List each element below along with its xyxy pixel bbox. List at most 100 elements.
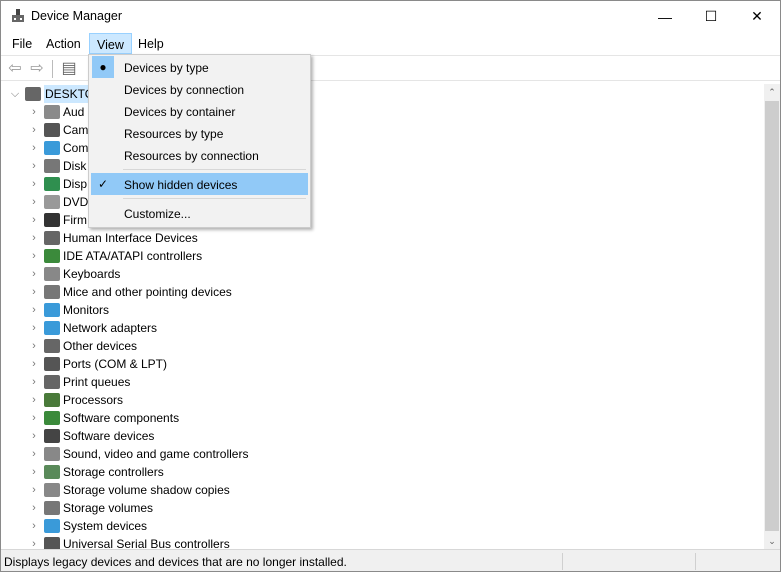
chevron-right-icon[interactable]: › [28, 214, 40, 226]
chevron-right-icon[interactable]: › [28, 394, 40, 406]
chevron-right-icon[interactable]: › [28, 466, 40, 478]
tree-item[interactable]: › Monitors [28, 301, 109, 319]
vertical-scrollbar[interactable]: ⌃ ⌄ [764, 84, 780, 549]
chevron-right-icon[interactable]: › [28, 160, 40, 172]
back-button[interactable]: ⇦ [6, 60, 24, 77]
title-bar: Device Manager — ☐ ✕ [1, 1, 780, 32]
device-category-icon [44, 123, 60, 137]
chevron-right-icon[interactable]: › [28, 538, 40, 549]
chevron-right-icon[interactable]: › [28, 232, 40, 244]
tree-item-label: DVD [63, 195, 89, 209]
scroll-up-icon[interactable]: ⌃ [764, 84, 780, 100]
tree-item-label: Software devices [63, 429, 155, 443]
status-separator [562, 553, 563, 570]
view-menu-item[interactable]: Resources by type [91, 122, 308, 144]
chevron-right-icon[interactable]: › [28, 358, 40, 370]
tree-item[interactable]: › Aud [28, 103, 84, 121]
chevron-right-icon[interactable]: › [28, 286, 40, 298]
view-menu-item[interactable]: Devices by container [91, 100, 308, 122]
menu-help[interactable]: Help [131, 33, 171, 54]
tree-item[interactable]: › Network adapters [28, 319, 157, 337]
tree-item[interactable]: › Ports (COM & LPT) [28, 355, 167, 373]
device-category-icon [44, 465, 60, 479]
tree-item[interactable]: › Print queues [28, 373, 130, 391]
tree-item[interactable]: › Sound, video and game controllers [28, 445, 248, 463]
tree-root[interactable]: ⌵ DESKTO [9, 85, 96, 103]
view-menu-item-label: Devices by container [124, 105, 236, 119]
chevron-right-icon[interactable]: › [28, 502, 40, 514]
tree-item[interactable]: › Software components [28, 409, 179, 427]
menu-action[interactable]: Action [39, 33, 88, 54]
device-category-icon [44, 249, 60, 263]
device-category-icon [44, 177, 60, 191]
tree-item[interactable]: › Other devices [28, 337, 137, 355]
tree-item-label: Print queues [63, 375, 131, 389]
chevron-right-icon[interactable]: › [28, 250, 40, 262]
chevron-down-icon[interactable]: ⌵ [9, 88, 21, 101]
menu-mark [92, 100, 114, 122]
tree-item[interactable]: › Storage controllers [28, 463, 164, 481]
chevron-right-icon[interactable]: › [28, 106, 40, 118]
chevron-right-icon[interactable]: › [28, 124, 40, 136]
forward-button[interactable]: ⇨ [28, 60, 46, 77]
tree-item[interactable]: › Storage volume shadow copies [28, 481, 230, 499]
view-menu-item[interactable]: Resources by connection [91, 144, 308, 166]
view-menu-item-label: Devices by type [124, 61, 209, 75]
tree-item-label: Disp [63, 177, 88, 191]
chevron-right-icon[interactable]: › [28, 196, 40, 208]
tree-item[interactable]: › Firm [28, 211, 87, 229]
tree-item-label: Network adapters [63, 321, 158, 335]
tree-item-label: Sound, video and game controllers [63, 447, 249, 461]
view-menu-item[interactable]: Devices by connection [91, 78, 308, 100]
chevron-right-icon[interactable]: › [28, 520, 40, 532]
menu-view[interactable]: View [89, 33, 132, 54]
device-category-icon [44, 195, 60, 209]
chevron-right-icon[interactable]: › [28, 142, 40, 154]
tree-item-label: Aud [63, 105, 85, 119]
tree-item[interactable]: › Keyboards [28, 265, 120, 283]
chevron-right-icon[interactable]: › [28, 322, 40, 334]
menu-file[interactable]: File [5, 33, 39, 54]
device-category-icon [44, 159, 60, 173]
chevron-right-icon[interactable]: › [28, 268, 40, 280]
view-menu-item-label: Resources by type [124, 127, 224, 141]
view-menu-item[interactable]: ● Devices by type [91, 56, 308, 78]
close-button[interactable]: ✕ [734, 1, 780, 32]
chevron-right-icon[interactable]: › [28, 304, 40, 316]
scroll-thumb[interactable] [765, 101, 779, 531]
tree-item[interactable]: › Human Interface Devices [28, 229, 198, 247]
maximize-button[interactable]: ☐ [688, 1, 734, 32]
tree-item[interactable]: › Disp [28, 175, 87, 193]
tree-item[interactable]: › Universal Serial Bus controllers [28, 535, 230, 549]
tree-item-label: Disk [63, 159, 87, 173]
view-menu-dropdown: ● Devices by type Devices by connection Dev… [88, 54, 311, 228]
device-category-icon [44, 213, 60, 227]
tree-item[interactable]: › IDE ATA/ATAPI controllers [28, 247, 202, 265]
view-menu-item[interactable]: ✓ Show hidden devices [91, 173, 308, 195]
tree-item[interactable]: › Cam [28, 121, 88, 139]
tree-item[interactable]: › Mice and other pointing devices [28, 283, 232, 301]
device-category-icon [44, 447, 60, 461]
device-category-icon [44, 501, 60, 515]
minimize-button[interactable]: — [642, 1, 688, 32]
properties-button[interactable]: ▤ [60, 60, 78, 77]
chevron-right-icon[interactable]: › [28, 340, 40, 352]
chevron-right-icon[interactable]: › [28, 178, 40, 190]
tree-item[interactable]: › System devices [28, 517, 147, 535]
menu-mark [92, 144, 114, 166]
tree-item[interactable]: › Com [28, 139, 88, 157]
scroll-down-icon[interactable]: ⌄ [764, 533, 780, 549]
view-menu-item[interactable]: Customize... [91, 202, 308, 224]
chevron-right-icon[interactable]: › [28, 412, 40, 424]
view-menu-item-label: Show hidden devices [124, 178, 238, 192]
tree-item[interactable]: › Processors [28, 391, 123, 409]
tree-item[interactable]: › Disk [28, 157, 86, 175]
chevron-right-icon[interactable]: › [28, 448, 40, 460]
chevron-right-icon[interactable]: › [28, 376, 40, 388]
chevron-right-icon[interactable]: › [28, 430, 40, 442]
tree-item[interactable]: › DVD [28, 193, 88, 211]
tree-item-label: System devices [63, 519, 148, 533]
chevron-right-icon[interactable]: › [28, 484, 40, 496]
tree-item[interactable]: › Software devices [28, 427, 154, 445]
tree-item[interactable]: › Storage volumes [28, 499, 153, 517]
